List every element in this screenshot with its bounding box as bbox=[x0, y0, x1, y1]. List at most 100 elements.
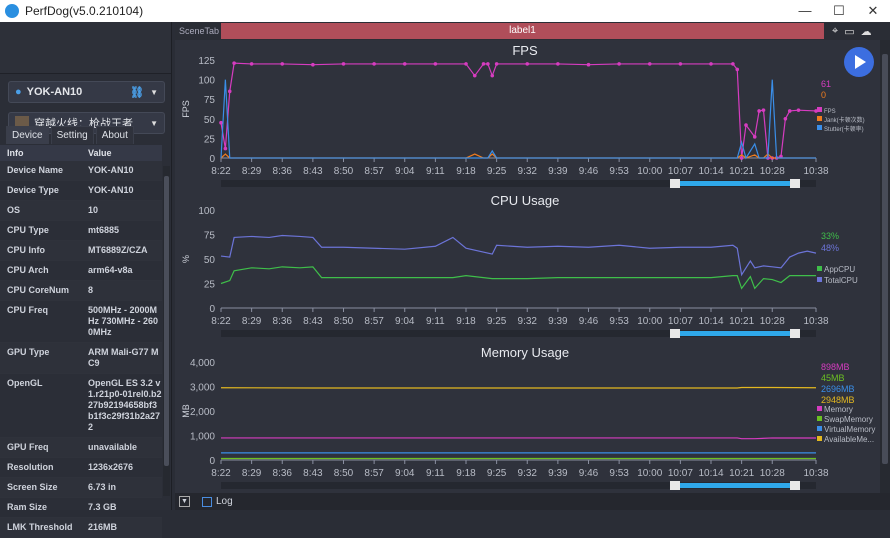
table-row: Ram Size7.3 GB bbox=[0, 498, 162, 518]
series-line-0 bbox=[221, 63, 816, 158]
x-tick-label: 9:53 bbox=[609, 316, 629, 327]
charts-svg: FPSFPS02550751001258:228:298:368:438:508… bbox=[175, 40, 880, 493]
current-value: 2696MB bbox=[821, 384, 855, 394]
table-header: Info Value bbox=[0, 145, 162, 161]
row-label: Device Type bbox=[0, 185, 81, 196]
play-button[interactable] bbox=[844, 47, 874, 77]
location-icon[interactable]: ⌖ bbox=[832, 25, 838, 38]
series-line-1 bbox=[221, 235, 816, 274]
y-tick-label: 0 bbox=[209, 154, 215, 165]
fps-point bbox=[342, 62, 346, 66]
x-tick-label: 9:04 bbox=[395, 468, 415, 479]
sidebar-scrollbar[interactable] bbox=[163, 166, 170, 496]
maximize-button[interactable]: ☐ bbox=[822, 0, 856, 22]
tab-device[interactable]: Device bbox=[6, 126, 49, 144]
range-slider-selection[interactable] bbox=[675, 483, 795, 488]
sidebar-header bbox=[0, 22, 171, 74]
legend-label: SwapMemory bbox=[824, 415, 873, 424]
range-slider-selection[interactable] bbox=[675, 181, 795, 186]
table-row: CPU InfoMT6889Z/CZA bbox=[0, 241, 162, 261]
device-info-table: Info Value Device NameYOK-AN10Device Typ… bbox=[0, 145, 162, 538]
range-slider-handle-right[interactable] bbox=[790, 481, 800, 490]
fps-point bbox=[744, 123, 748, 127]
x-tick-label: 9:32 bbox=[518, 166, 538, 177]
x-tick-label: 10:00 bbox=[637, 166, 662, 177]
charts-area: FPSFPS02550751001258:228:298:368:438:508… bbox=[175, 40, 880, 493]
row-value: YOK-AN10 bbox=[81, 185, 162, 196]
legend-swatch bbox=[817, 406, 822, 411]
table-row: CPU Freq500MHz - 2000MHz 730MHz - 2600MH… bbox=[0, 301, 162, 343]
row-value: 216MB bbox=[81, 522, 162, 533]
legend-swatch bbox=[817, 436, 822, 441]
minimize-button[interactable]: — bbox=[788, 0, 822, 22]
legend-swatch bbox=[817, 426, 822, 431]
x-tick-label: 9:32 bbox=[518, 468, 538, 479]
y-tick-label: 100 bbox=[198, 76, 215, 87]
row-label: CPU Arch bbox=[0, 265, 81, 276]
device-select[interactable]: ● YOK-AN10 ⛓ ▼ bbox=[8, 81, 165, 103]
y-tick-label: 25 bbox=[204, 280, 216, 291]
fps-point bbox=[482, 62, 486, 66]
cloud-icon[interactable]: ☁ bbox=[861, 25, 872, 38]
scene-tab[interactable]: SceneTab bbox=[175, 26, 221, 36]
row-label: LMK Threshold bbox=[0, 522, 81, 533]
y-tick-label: 0 bbox=[209, 456, 215, 467]
table-row: OS10 bbox=[0, 201, 162, 221]
tab-setting[interactable]: Setting bbox=[51, 126, 94, 144]
x-tick-label: 10:28 bbox=[760, 468, 785, 479]
fps-point bbox=[490, 74, 494, 78]
x-tick-label: 9:04 bbox=[395, 166, 415, 177]
row-value: 10 bbox=[81, 205, 162, 216]
expand-icon[interactable]: ▼ bbox=[179, 496, 190, 507]
close-button[interactable]: ✕ bbox=[856, 0, 890, 22]
folder-icon[interactable]: ▭ bbox=[844, 25, 854, 38]
fps-point bbox=[495, 62, 499, 66]
legend-label: TotalCPU bbox=[824, 276, 858, 285]
sidebar-tabs: Device Setting About bbox=[6, 126, 136, 144]
series-line-2 bbox=[221, 80, 816, 158]
row-label: CPU CoreNum bbox=[0, 285, 81, 296]
table-row: CPU CoreNum8 bbox=[0, 281, 162, 301]
table-row: Resolution1236x2676 bbox=[0, 458, 162, 478]
fps-point bbox=[311, 63, 315, 67]
row-label: CPU Freq bbox=[0, 305, 81, 338]
x-tick-label: 8:50 bbox=[334, 316, 354, 327]
x-tick-label: 8:43 bbox=[303, 468, 323, 479]
x-tick-label: 9:39 bbox=[548, 316, 568, 327]
range-slider-handle-right[interactable] bbox=[790, 329, 800, 338]
y-tick-label: 4,000 bbox=[190, 358, 215, 369]
current-value: 2948MB bbox=[821, 395, 855, 405]
current-value: 45MB bbox=[821, 373, 845, 383]
row-label: Ram Size bbox=[0, 502, 81, 513]
y-axis-label: FPS bbox=[181, 100, 191, 118]
y-tick-label: 125 bbox=[198, 56, 215, 67]
x-tick-label: 8:22 bbox=[211, 316, 231, 327]
tab-about[interactable]: About bbox=[96, 126, 134, 144]
main-scrollbar[interactable] bbox=[880, 40, 890, 493]
range-slider-handle-left[interactable] bbox=[670, 481, 680, 490]
x-tick-label: 8:57 bbox=[364, 316, 384, 327]
fps-point bbox=[232, 61, 236, 65]
scene-label[interactable]: label1 bbox=[221, 23, 824, 39]
fps-point bbox=[679, 62, 683, 66]
range-slider-handle-right[interactable] bbox=[790, 179, 800, 188]
row-label: Resolution bbox=[0, 462, 81, 473]
x-tick-label: 8:22 bbox=[211, 468, 231, 479]
y-tick-label: 75 bbox=[204, 231, 216, 242]
range-slider-handle-left[interactable] bbox=[670, 179, 680, 188]
row-label: GPU Freq bbox=[0, 442, 81, 453]
fps-point bbox=[434, 62, 438, 66]
link-icon[interactable]: ⛓ bbox=[130, 86, 144, 99]
x-tick-label: 9:11 bbox=[426, 468, 445, 479]
x-tick-label: 9:46 bbox=[579, 468, 599, 479]
log-checkbox[interactable] bbox=[202, 497, 212, 507]
range-slider-selection[interactable] bbox=[675, 331, 795, 336]
legend-swatch bbox=[817, 416, 822, 421]
current-value: 898MB bbox=[821, 362, 850, 372]
x-tick-label: 10:14 bbox=[698, 316, 723, 327]
log-label: Log bbox=[216, 496, 233, 507]
legend-label: Stutter(卡顿率) bbox=[824, 125, 864, 133]
x-tick-label: 9:46 bbox=[579, 316, 599, 327]
series-line-0 bbox=[221, 267, 816, 289]
range-slider-handle-left[interactable] bbox=[670, 329, 680, 338]
